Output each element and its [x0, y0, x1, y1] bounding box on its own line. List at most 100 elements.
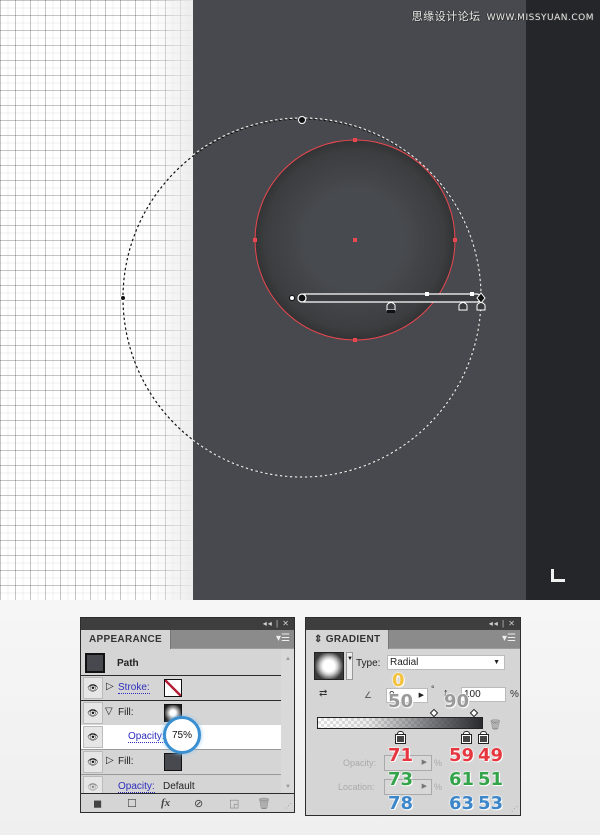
anchor-point-bottom[interactable] [353, 338, 357, 342]
annotation-stop1-b: 78 [388, 793, 414, 814]
angle-icon: ∠ [364, 690, 373, 700]
gradient-left-handle[interactable] [120, 295, 126, 301]
fill-label: Fill: [118, 707, 134, 718]
location-pct: % [434, 782, 443, 792]
dropdown-arrow-icon[interactable]: ▶ [422, 758, 427, 766]
gradient-stop-3[interactable] [478, 731, 489, 744]
object-type-label: Path [117, 658, 139, 669]
annotation-stop1-r: 71 [388, 745, 414, 766]
gradient-radius-handle[interactable] [298, 116, 306, 124]
delete-item-icon[interactable]: 🗑 [257, 797, 271, 810]
annotation-stop3-g: 51 [478, 769, 504, 790]
gradient-preset-dropdown[interactable]: ▼ [346, 652, 353, 680]
gradient-stop-2[interactable] [461, 731, 472, 744]
gradient-annotator-bar[interactable] [299, 293, 482, 303]
panel-menu-icon[interactable]: ▾☰ [502, 633, 516, 645]
watermark-site-name: 思缘设计论坛 [411, 10, 481, 23]
watermark: 思缘设计论坛 WWW.MISSYUAN.COM [412, 8, 594, 24]
expand-triangle-icon[interactable]: ▷ [106, 755, 114, 766]
opacity-value-highlight[interactable]: 75% [163, 716, 201, 754]
annotation-stop2-b: 63 [449, 793, 475, 814]
annotation-stop1-g: 73 [388, 769, 414, 790]
opacity-label-link[interactable]: Opacity: [128, 731, 165, 743]
fill-swatch-solid[interactable] [164, 753, 182, 771]
tab-sort-icon: ⇕ [314, 634, 326, 645]
appearance-tab-row: APPEARANCE ▾☰ [81, 630, 294, 649]
collapse-icon[interactable]: ◂◂ [489, 619, 499, 628]
opacity-label: Opacity: [343, 758, 377, 768]
gradient-midpoint-1[interactable] [429, 708, 439, 718]
appearance-footer-toolbar: ◼ ☐ fx ⊘ ◲ 🗑 ⋰ [81, 793, 294, 812]
appearance-panel: ◂◂ | ✕ APPEARANCE ▾☰ Path 👁 ▷ Stroke: 👁 … [80, 617, 295, 813]
annotator-midpoint-2[interactable] [470, 292, 474, 296]
location-label: Location: [338, 782, 375, 792]
annotation-stop2-location: 90 [443, 691, 470, 712]
resize-grip-icon[interactable]: ⋰ [511, 805, 518, 813]
canvas-drawing [120, 116, 486, 478]
corner-mark-icon [551, 569, 565, 582]
panel-controls: ◂◂ | ✕ [488, 619, 516, 628]
annotator-origin[interactable] [297, 293, 307, 303]
appearance-object-row: Path [81, 650, 281, 676]
annotator-stop-3[interactable] [476, 302, 486, 311]
tab-gradient[interactable]: ⇕ GRADIENT [306, 630, 390, 649]
scroll-up-arrow-icon[interactable]: ▲ [285, 656, 291, 662]
stroke-swatch-none[interactable] [164, 679, 182, 697]
opacity-value[interactable]: 75% [172, 730, 192, 741]
annotator-midpoint-1[interactable] [425, 292, 429, 296]
annotation-stop1-location: 50 [387, 691, 414, 712]
stroke-label-link[interactable]: Stroke: [118, 682, 150, 694]
angle-dropdown-arrow-icon[interactable]: ▶ [419, 689, 424, 702]
fill-label: Fill: [118, 756, 134, 767]
anchor-point-right[interactable] [453, 238, 457, 242]
expand-triangle-icon[interactable]: ▷ [106, 681, 114, 692]
scroll-down-arrow-icon[interactable]: ▼ [285, 784, 291, 790]
collapse-triangle-icon[interactable]: ▽ [105, 706, 113, 717]
dropdown-arrow-icon[interactable]: ▶ [422, 782, 427, 790]
collapse-icon[interactable]: ◂◂ [263, 619, 273, 628]
artboard: 思缘设计论坛 WWW.MISSYUAN.COM [0, 0, 600, 600]
gradient-slider-bar[interactable] [317, 717, 483, 729]
object-thumbnail [85, 653, 105, 673]
resize-grip-icon[interactable]: ⋰ [285, 802, 292, 810]
gradient-titlebar[interactable]: ◂◂ | ✕ [306, 618, 520, 630]
gradient-preview-thumbnail[interactable] [314, 652, 344, 680]
type-value: Radial [390, 657, 419, 668]
annotator-stop-1[interactable] [386, 302, 396, 314]
appearance-titlebar[interactable]: ◂◂ | ✕ [81, 618, 294, 630]
visibility-eye-icon[interactable]: 👁 [83, 751, 103, 773]
reverse-gradient-icon[interactable]: ⇄ [319, 688, 327, 699]
clear-appearance-icon[interactable]: ⊘ [194, 797, 203, 810]
delete-stop-icon[interactable]: 🗑 [489, 720, 502, 731]
degree-unit: ° [431, 684, 435, 694]
anchor-point-top[interactable] [353, 138, 357, 142]
screenshot-root: 思缘设计论坛 WWW.MISSYUAN.COM ◂◂ | ✕ APPEARANCE… [0, 0, 600, 835]
annotation-angle: 0 [392, 670, 405, 691]
watermark-url: WWW.MISSYUAN.COM [486, 13, 594, 23]
panel-menu-icon[interactable]: ▾☰ [276, 633, 290, 645]
opacity-label-link[interactable]: Opacity: [118, 781, 155, 793]
annotator-origin-small[interactable] [289, 295, 295, 301]
fx-icon[interactable]: fx [161, 797, 170, 809]
duplicate-item-icon[interactable]: ◲ [229, 797, 239, 810]
close-icon[interactable]: ✕ [282, 619, 290, 628]
add-fill-icon[interactable]: ☐ [127, 797, 137, 810]
aspect-unit: % [510, 689, 519, 700]
visibility-eye-icon[interactable]: 👁 [83, 677, 103, 699]
annotation-stop2-r: 59 [449, 745, 475, 766]
visibility-eye-icon[interactable]: 👁 [83, 702, 103, 724]
gradient-type-select[interactable]: Radial ▼ [387, 655, 505, 670]
visibility-eye-icon[interactable]: 👁 [83, 726, 103, 748]
gradient-midpoint-2[interactable] [469, 708, 479, 718]
appearance-row-stroke[interactable]: 👁 ▷ Stroke: [81, 676, 281, 700]
annotator-stop-2[interactable] [458, 302, 468, 311]
panel-controls: ◂◂ | ✕ [262, 619, 290, 628]
annotation-stop3-b: 53 [478, 793, 504, 814]
anchor-point-left[interactable] [253, 238, 257, 242]
close-icon[interactable]: ✕ [508, 619, 516, 628]
type-label: Type: [356, 658, 381, 669]
gradient-stop-1[interactable] [395, 731, 406, 744]
scrollbar[interactable] [281, 650, 294, 794]
add-stroke-icon[interactable]: ◼ [93, 797, 102, 810]
tab-appearance[interactable]: APPEARANCE [81, 630, 172, 649]
